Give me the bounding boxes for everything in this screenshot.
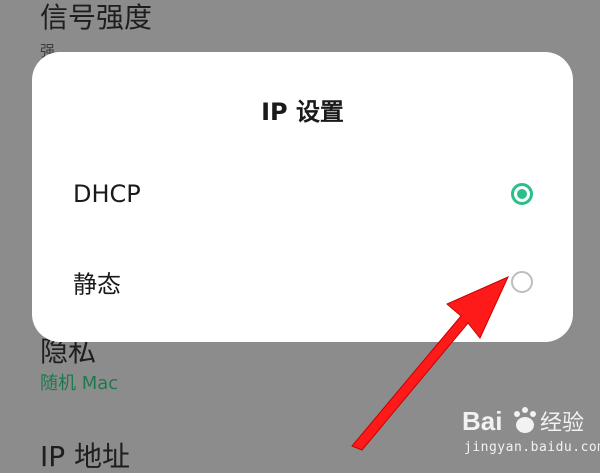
baidu-jingyan-watermark: Bai 经验 jingyan.baidu.com: [462, 400, 600, 460]
watermark-url: jingyan.baidu.com: [464, 440, 600, 455]
red-arrow-annotation: [351, 276, 510, 451]
svg-text:Bai: Bai: [462, 406, 502, 436]
svg-text:经验: 经验: [540, 411, 584, 436]
baidu-paw-logo-icon: Bai 经验: [462, 406, 584, 436]
